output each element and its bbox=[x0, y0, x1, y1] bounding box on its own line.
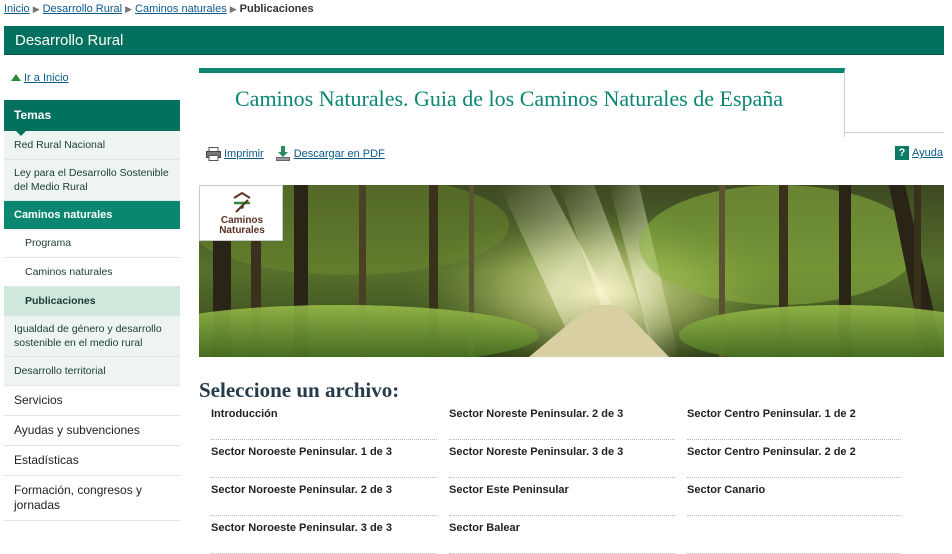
logo-text-line: Naturales bbox=[219, 225, 265, 236]
print-button[interactable]: Imprimir bbox=[206, 146, 264, 161]
page-title: Caminos Naturales. Guia de los Caminos N… bbox=[235, 86, 784, 111]
chevron-right-icon: ▶ bbox=[125, 4, 133, 14]
sidebar-item-servicios[interactable]: Servicios bbox=[4, 386, 180, 416]
toolbar: Imprimir Descargar en PDF bbox=[206, 146, 397, 161]
file-link[interactable]: Sector Noroeste Peninsular. 2 de 3 bbox=[211, 478, 437, 516]
file-link[interactable]: Sector Noreste Peninsular. 2 de 3 bbox=[449, 402, 675, 440]
sidebar-item-formacion[interactable]: Formación, congresos y jornadas bbox=[4, 476, 180, 521]
sidebar-item-label: Formación, congresos y jornadas bbox=[14, 483, 143, 512]
file-link[interactable]: Sector Canario bbox=[687, 478, 901, 516]
file-link[interactable]: Sector Este Peninsular bbox=[449, 478, 675, 516]
file-link[interactable]: Sector Centro Peninsular. 2 de 2 bbox=[687, 440, 901, 478]
file-link[interactable]: Introducción bbox=[211, 402, 437, 440]
section-header: Desarrollo Rural bbox=[4, 26, 944, 55]
breadcrumb-link-desarrollo-rural[interactable]: Desarrollo Rural bbox=[43, 3, 122, 15]
divider bbox=[844, 132, 944, 133]
printer-icon bbox=[206, 146, 221, 161]
banner-image: Caminos Naturales bbox=[199, 185, 944, 357]
notch-icon bbox=[16, 131, 26, 136]
sidebar-item-label: Caminos naturales bbox=[25, 266, 113, 278]
home-link[interactable]: Ir a Inicio bbox=[11, 72, 69, 84]
file-link[interactable]: Sector Noreste Peninsular. 3 de 3 bbox=[449, 440, 675, 478]
sidebar-item-estadisticas[interactable]: Estadísticas bbox=[4, 446, 180, 476]
sidebar-item-ayudas[interactable]: Ayudas y subvenciones bbox=[4, 416, 180, 446]
sidebar-item-label: Publicaciones bbox=[25, 295, 96, 307]
sidebar-item-ley-desarrollo-sostenible[interactable]: Ley para el Desarrollo Sostenible del Me… bbox=[4, 160, 180, 201]
help-icon: ? bbox=[895, 146, 909, 160]
sidebar-item-igualdad-genero[interactable]: Igualdad de género y desarrollo sostenib… bbox=[4, 316, 180, 357]
download-icon bbox=[275, 146, 290, 161]
download-pdf-button[interactable]: Descargar en PDF bbox=[275, 146, 385, 161]
file-list-heading: Seleccione un archivo: bbox=[199, 378, 400, 402]
file-link[interactable]: Sector Noroeste Peninsular. 3 de 3 bbox=[211, 516, 437, 554]
sidebar-heading: Temas bbox=[4, 100, 180, 136]
sidebar-section-label: Caminos naturales bbox=[14, 209, 113, 221]
logo-text: Caminos Naturales bbox=[200, 216, 284, 236]
sidebar-item-label: Ley para el Desarrollo Sostenible del Me… bbox=[14, 167, 169, 193]
breadcrumb: Inicio ▶ Desarrollo Rural ▶ Caminos naturale… bbox=[4, 2, 314, 16]
file-list: Introducción Sector Noreste Peninsular. … bbox=[211, 402, 913, 554]
breadcrumb-link-caminos-naturales[interactable]: Caminos naturales bbox=[135, 3, 227, 15]
empty-cell bbox=[687, 516, 901, 554]
sidebar-item-red-rural-nacional[interactable]: Red Rural Nacional bbox=[4, 131, 180, 160]
help-button[interactable]: ? Ayuda bbox=[895, 146, 943, 160]
download-pdf-label: Descargar en PDF bbox=[293, 147, 385, 160]
sidebar-subitem-caminos-naturales[interactable]: Caminos naturales bbox=[4, 258, 180, 287]
sidebar-section-caminos-naturales[interactable]: Caminos naturales bbox=[4, 201, 180, 229]
sidebar-item-desarrollo-territorial[interactable]: Desarrollo territorial bbox=[4, 357, 180, 386]
sidebar-item-label: Red Rural Nacional bbox=[14, 139, 106, 151]
breadcrumb-current: Publicaciones bbox=[239, 3, 314, 15]
sidebar-item-label: Ayudas y subvenciones bbox=[14, 423, 140, 437]
logo-emblem-icon bbox=[233, 191, 251, 213]
sidebar-item-label: Desarrollo territorial bbox=[14, 365, 106, 377]
sidebar-heading-label: Temas bbox=[14, 108, 52, 122]
sidebar-subitem-programa[interactable]: Programa bbox=[4, 229, 180, 258]
file-link[interactable]: Sector Centro Peninsular. 1 de 2 bbox=[687, 402, 901, 440]
print-label: Imprimir bbox=[224, 147, 264, 160]
section-title: Desarrollo Rural bbox=[15, 32, 124, 49]
sidebar-item-label: Programa bbox=[25, 237, 72, 249]
forest-path-illustration bbox=[199, 185, 944, 357]
sidebar-item-label: Servicios bbox=[14, 393, 63, 407]
sidebar-item-label: Estadísticas bbox=[14, 453, 79, 467]
chevron-right-icon: ▶ bbox=[229, 4, 237, 14]
up-triangle-icon bbox=[11, 74, 21, 81]
sidebar: Temas Red Rural Nacional Ley para el Des… bbox=[4, 100, 180, 521]
caminos-naturales-logo: Caminos Naturales bbox=[199, 185, 283, 241]
help-label: Ayuda bbox=[912, 147, 943, 159]
chevron-right-icon: ▶ bbox=[32, 4, 40, 14]
sidebar-subitem-publicaciones[interactable]: Publicaciones bbox=[4, 287, 180, 316]
sidebar-item-label: Igualdad de género y desarrollo sostenib… bbox=[14, 323, 162, 349]
home-link-label: Ir a Inicio bbox=[24, 72, 69, 84]
breadcrumb-link-inicio[interactable]: Inicio bbox=[4, 3, 30, 15]
file-link[interactable]: Sector Noroeste Peninsular. 1 de 3 bbox=[211, 440, 437, 478]
file-link[interactable]: Sector Balear bbox=[449, 516, 675, 554]
page-title-box: Caminos Naturales. Guia de los Caminos N… bbox=[199, 68, 845, 137]
